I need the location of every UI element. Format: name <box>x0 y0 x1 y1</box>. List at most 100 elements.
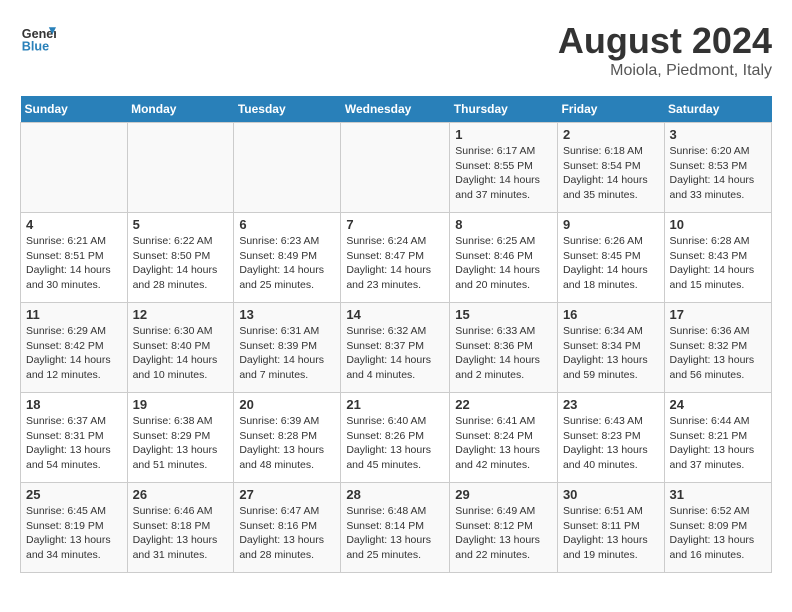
day-info: Sunrise: 6:36 AMSunset: 8:32 PMDaylight:… <box>670 324 766 383</box>
day-info: Sunrise: 6:51 AMSunset: 8:11 PMDaylight:… <box>563 504 659 563</box>
calendar-cell: 29 Sunrise: 6:49 AMSunset: 8:12 PMDayligh… <box>450 483 558 573</box>
day-number: 24 <box>670 397 766 412</box>
calendar-cell <box>234 123 341 213</box>
day-number: 6 <box>239 217 335 232</box>
calendar-cell: 3 Sunrise: 6:20 AMSunset: 8:53 PMDaylight… <box>664 123 771 213</box>
day-info: Sunrise: 6:31 AMSunset: 8:39 PMDaylight:… <box>239 324 335 383</box>
day-info: Sunrise: 6:20 AMSunset: 8:53 PMDaylight:… <box>670 144 766 203</box>
svg-text:Blue: Blue <box>22 40 49 54</box>
day-number: 13 <box>239 307 335 322</box>
week-row-3: 11 Sunrise: 6:29 AMSunset: 8:42 PMDayligh… <box>21 303 772 393</box>
day-info: Sunrise: 6:40 AMSunset: 8:26 PMDaylight:… <box>346 414 444 473</box>
day-info: Sunrise: 6:25 AMSunset: 8:46 PMDaylight:… <box>455 234 552 293</box>
day-info: Sunrise: 6:52 AMSunset: 8:09 PMDaylight:… <box>670 504 766 563</box>
col-header-thursday: Thursday <box>450 96 558 123</box>
day-number: 25 <box>26 487 122 502</box>
day-info: Sunrise: 6:21 AMSunset: 8:51 PMDaylight:… <box>26 234 122 293</box>
calendar-cell: 18 Sunrise: 6:37 AMSunset: 8:31 PMDayligh… <box>21 393 128 483</box>
day-info: Sunrise: 6:34 AMSunset: 8:34 PMDaylight:… <box>563 324 659 383</box>
day-info: Sunrise: 6:45 AMSunset: 8:19 PMDaylight:… <box>26 504 122 563</box>
day-info: Sunrise: 6:17 AMSunset: 8:55 PMDaylight:… <box>455 144 552 203</box>
day-number: 2 <box>563 127 659 142</box>
day-number: 8 <box>455 217 552 232</box>
day-info: Sunrise: 6:32 AMSunset: 8:37 PMDaylight:… <box>346 324 444 383</box>
calendar-cell <box>127 123 234 213</box>
calendar-cell <box>21 123 128 213</box>
calendar-cell: 20Sunrise: 6:39 AMSunset: 8:28 PMDayligh… <box>234 393 341 483</box>
day-info: Sunrise: 6:37 AMSunset: 8:31 PMDaylight:… <box>26 414 122 473</box>
day-number: 21 <box>346 397 444 412</box>
day-number: 28 <box>346 487 444 502</box>
col-header-monday: Monday <box>127 96 234 123</box>
calendar-cell: 4Sunrise: 6:21 AMSunset: 8:51 PMDaylight… <box>21 213 128 303</box>
col-header-tuesday: Tuesday <box>234 96 341 123</box>
day-number: 7 <box>346 217 444 232</box>
col-header-saturday: Saturday <box>664 96 771 123</box>
day-info: Sunrise: 6:47 AMSunset: 8:16 PMDaylight:… <box>239 504 335 563</box>
day-number: 18 <box>26 397 122 412</box>
day-info: Sunrise: 6:28 AMSunset: 8:43 PMDaylight:… <box>670 234 766 293</box>
calendar-cell: 27 Sunrise: 6:47 AMSunset: 8:16 PMDayligh… <box>234 483 341 573</box>
header-row: SundayMondayTuesdayWednesdayThursdayFrid… <box>21 96 772 123</box>
page-header: General Blue August 2024 Moiola, Piedmon… <box>20 20 772 80</box>
calendar-cell: 21 Sunrise: 6:40 AMSunset: 8:26 PMDayligh… <box>341 393 450 483</box>
day-info: Sunrise: 6:29 AMSunset: 8:42 PMDaylight:… <box>26 324 122 383</box>
day-number: 26 <box>133 487 229 502</box>
day-info: Sunrise: 6:48 AMSunset: 8:14 PMDaylight:… <box>346 504 444 563</box>
week-row-5: 25 Sunrise: 6:45 AMSunset: 8:19 PMDayligh… <box>21 483 772 573</box>
week-row-4: 18 Sunrise: 6:37 AMSunset: 8:31 PMDayligh… <box>21 393 772 483</box>
week-row-2: 4Sunrise: 6:21 AMSunset: 8:51 PMDaylight… <box>21 213 772 303</box>
day-number: 10 <box>670 217 766 232</box>
day-number: 15 <box>455 307 552 322</box>
calendar-cell: 28 Sunrise: 6:48 AMSunset: 8:14 PMDayligh… <box>341 483 450 573</box>
day-number: 30 <box>563 487 659 502</box>
day-info: Sunrise: 6:23 AMSunset: 8:49 PMDaylight:… <box>239 234 335 293</box>
day-info: Sunrise: 6:33 AMSunset: 8:36 PMDaylight:… <box>455 324 552 383</box>
calendar-cell: 23Sunrise: 6:43 AMSunset: 8:23 PMDayligh… <box>557 393 664 483</box>
col-header-friday: Friday <box>557 96 664 123</box>
day-number: 5 <box>133 217 229 232</box>
calendar-cell: 24 Sunrise: 6:44 AMSunset: 8:21 PMDayligh… <box>664 393 771 483</box>
day-number: 19 <box>133 397 229 412</box>
day-info: Sunrise: 6:39 AMSunset: 8:28 PMDaylight:… <box>239 414 335 473</box>
day-number: 29 <box>455 487 552 502</box>
calendar-cell <box>341 123 450 213</box>
day-number: 27 <box>239 487 335 502</box>
day-info: Sunrise: 6:46 AMSunset: 8:18 PMDaylight:… <box>133 504 229 563</box>
day-info: Sunrise: 6:24 AMSunset: 8:47 PMDaylight:… <box>346 234 444 293</box>
day-info: Sunrise: 6:43 AMSunset: 8:23 PMDaylight:… <box>563 414 659 473</box>
calendar-cell: 5 Sunrise: 6:22 AMSunset: 8:50 PMDaylight… <box>127 213 234 303</box>
day-number: 1 <box>455 127 552 142</box>
logo-icon: General Blue <box>20 20 56 56</box>
location-title: Moiola, Piedmont, Italy <box>558 62 772 80</box>
calendar-cell: 30 Sunrise: 6:51 AMSunset: 8:11 PMDayligh… <box>557 483 664 573</box>
month-title: August 2024 <box>558 20 772 62</box>
calendar-cell: 16 Sunrise: 6:34 AMSunset: 8:34 PMDayligh… <box>557 303 664 393</box>
calendar-cell: 14 Sunrise: 6:32 AMSunset: 8:37 PMDayligh… <box>341 303 450 393</box>
day-info: Sunrise: 6:26 AMSunset: 8:45 PMDaylight:… <box>563 234 659 293</box>
calendar-cell: 13 Sunrise: 6:31 AMSunset: 8:39 PMDayligh… <box>234 303 341 393</box>
day-number: 16 <box>563 307 659 322</box>
calendar-cell: 10 Sunrise: 6:28 AMSunset: 8:43 PMDayligh… <box>664 213 771 303</box>
calendar-cell: 2 Sunrise: 6:18 AMSunset: 8:54 PMDaylight… <box>557 123 664 213</box>
day-number: 14 <box>346 307 444 322</box>
day-info: Sunrise: 6:22 AMSunset: 8:50 PMDaylight:… <box>133 234 229 293</box>
day-number: 3 <box>670 127 766 142</box>
calendar-cell: 22Sunrise: 6:41 AMSunset: 8:24 PMDayligh… <box>450 393 558 483</box>
calendar-table: SundayMondayTuesdayWednesdayThursdayFrid… <box>20 96 772 573</box>
day-info: Sunrise: 6:49 AMSunset: 8:12 PMDaylight:… <box>455 504 552 563</box>
day-number: 11 <box>26 307 122 322</box>
day-info: Sunrise: 6:44 AMSunset: 8:21 PMDaylight:… <box>670 414 766 473</box>
day-number: 17 <box>670 307 766 322</box>
day-info: Sunrise: 6:18 AMSunset: 8:54 PMDaylight:… <box>563 144 659 203</box>
calendar-cell: 9Sunrise: 6:26 AMSunset: 8:45 PMDaylight… <box>557 213 664 303</box>
calendar-cell: 19Sunrise: 6:38 AMSunset: 8:29 PMDayligh… <box>127 393 234 483</box>
calendar-cell: 25 Sunrise: 6:45 AMSunset: 8:19 PMDayligh… <box>21 483 128 573</box>
logo: General Blue <box>20 20 60 56</box>
day-number: 22 <box>455 397 552 412</box>
calendar-cell: 26 Sunrise: 6:46 AMSunset: 8:18 PMDayligh… <box>127 483 234 573</box>
col-header-sunday: Sunday <box>21 96 128 123</box>
week-row-1: 1 Sunrise: 6:17 AMSunset: 8:55 PMDaylight… <box>21 123 772 213</box>
calendar-cell: 12Sunrise: 6:30 AMSunset: 8:40 PMDayligh… <box>127 303 234 393</box>
day-info: Sunrise: 6:30 AMSunset: 8:40 PMDaylight:… <box>133 324 229 383</box>
